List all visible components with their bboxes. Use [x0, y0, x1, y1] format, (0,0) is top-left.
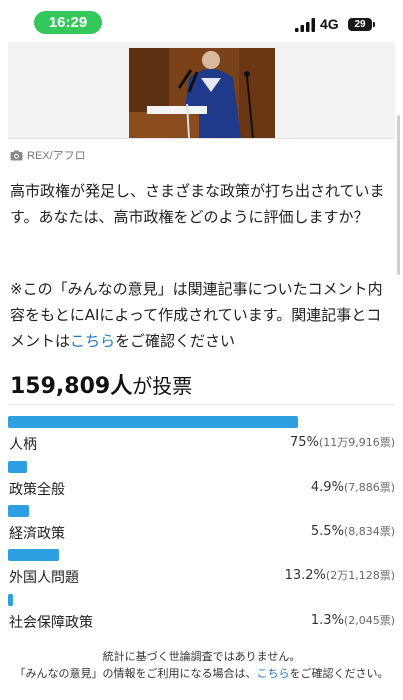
article-image-container	[8, 42, 395, 139]
clock: 16:29	[48, 14, 88, 31]
option-label: 経済政策	[9, 526, 65, 542]
option-percent: 1.3%	[310, 613, 344, 628]
vote-count-unit: 人	[110, 374, 133, 399]
disclaimer-line: 統計に基づく世論調査ではありません。	[102, 650, 301, 663]
option-label: 人柄	[9, 437, 37, 453]
poll-option: 政策全般 4.9%(7,886票)	[8, 461, 395, 501]
disclaimer-footer: 統計に基づく世論調査ではありません。 「みんなの意見」の情報をご利用になる場合は…	[8, 648, 395, 682]
result-bar	[8, 416, 298, 428]
battery-level: 29	[354, 19, 366, 30]
option-label: 社会保障政策	[9, 615, 93, 631]
scroll-indicator[interactable]	[397, 115, 400, 275]
option-result: 75%(11万9,916票)	[290, 434, 395, 450]
option-count: (8,834票)	[343, 525, 395, 538]
option-count: (2,045票)	[343, 614, 395, 627]
vote-count-suffix: が投票	[132, 374, 193, 398]
signal-bars-icon	[295, 18, 315, 32]
option-count: (2万1,128票)	[325, 569, 395, 582]
result-bar	[8, 505, 29, 517]
option-count: (7,886票)	[343, 481, 395, 494]
vote-count: 159,809人が投票	[10, 368, 192, 400]
poll-option: 経済政策 5.5%(8,834票)	[8, 505, 395, 545]
disclaimer-line-2: 「みんなの意見」の情報をご利用になる場合は、こちらをご確認ください。	[8, 665, 395, 682]
poll-question: 高市政権が発足し、さまざまな政策が打ち出されています。あなたは、高市政権をどのよ…	[10, 182, 385, 226]
result-bar	[8, 461, 27, 473]
option-result: 13.2%(2万1,128票)	[285, 567, 395, 583]
photo-credit: REX/アフロ	[10, 147, 86, 163]
option-percent: 5.5%	[310, 524, 344, 539]
photo-credit-text: REX/アフロ	[27, 150, 86, 162]
time-pill[interactable]: 16:29	[34, 11, 102, 34]
option-result: 4.9%(7,886票)	[311, 479, 395, 495]
poll-note: ※この「みんなの意見」は関連記事についたコメント内容をもとにAIによって作成され…	[10, 276, 393, 354]
option-result: 5.5%(8,834票)	[311, 523, 395, 539]
note-text-end: をご確認ください	[115, 332, 236, 350]
option-label: 政策全般	[9, 482, 65, 498]
poll-option: 外国人問題 13.2%(2万1,128票)	[8, 549, 395, 589]
camera-icon	[10, 150, 23, 160]
option-result: 1.3%(2,045票)	[311, 612, 395, 628]
article-photo[interactable]	[129, 48, 275, 138]
option-label: 外国人問題	[9, 570, 79, 586]
result-bar	[8, 594, 13, 606]
note-link[interactable]: こちら	[70, 332, 115, 350]
option-count: (11万9,916票)	[318, 436, 395, 449]
poll-option: 人柄 75%(11万9,916票)	[8, 416, 395, 456]
status-bar: 16:29 4G 29	[0, 0, 403, 42]
option-percent: 4.9%	[310, 480, 344, 495]
poll-option: 社会保障政策 1.3%(2,045票)	[8, 594, 395, 634]
network-type: 4G	[320, 16, 339, 32]
divider	[8, 404, 395, 405]
disclaimer-text-end: をご確認ください。	[289, 667, 389, 680]
option-percent: 13.2%	[284, 568, 326, 583]
battery-icon: 29	[348, 18, 375, 31]
photo-illustration	[129, 48, 275, 138]
vote-count-number: 159,809	[10, 374, 111, 399]
result-bar	[8, 549, 59, 561]
option-percent: 75%	[290, 435, 319, 450]
disclaimer-link[interactable]: こちら	[257, 667, 290, 680]
disclaimer-text: 「みんなの意見」の情報をご利用になる場合は、	[14, 667, 257, 680]
